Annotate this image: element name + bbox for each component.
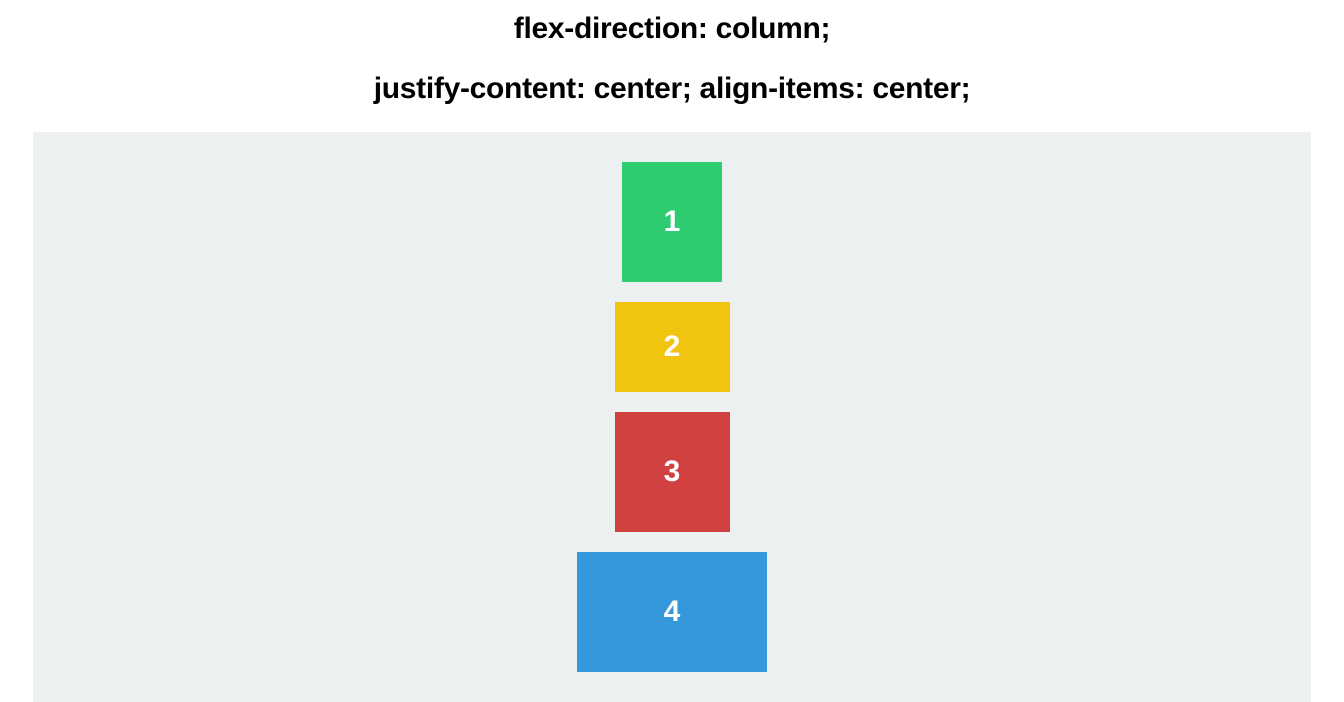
flex-container: 1 2 3 4	[33, 132, 1311, 702]
flex-item-1: 1	[622, 162, 722, 282]
page: flex-direction: column; justify-content:…	[0, 0, 1344, 702]
heading-flex-direction: flex-direction: column;	[514, 12, 830, 46]
flex-item-2: 2	[615, 302, 730, 392]
flex-item-label: 1	[664, 205, 681, 239]
heading-justify-align: justify-content: center; align-items: ce…	[374, 72, 971, 106]
flex-item-4: 4	[577, 552, 767, 672]
flex-item-label: 2	[664, 330, 681, 364]
flex-item-label: 3	[664, 455, 681, 489]
flex-item-label: 4	[664, 595, 681, 629]
flex-item-3: 3	[615, 412, 730, 532]
